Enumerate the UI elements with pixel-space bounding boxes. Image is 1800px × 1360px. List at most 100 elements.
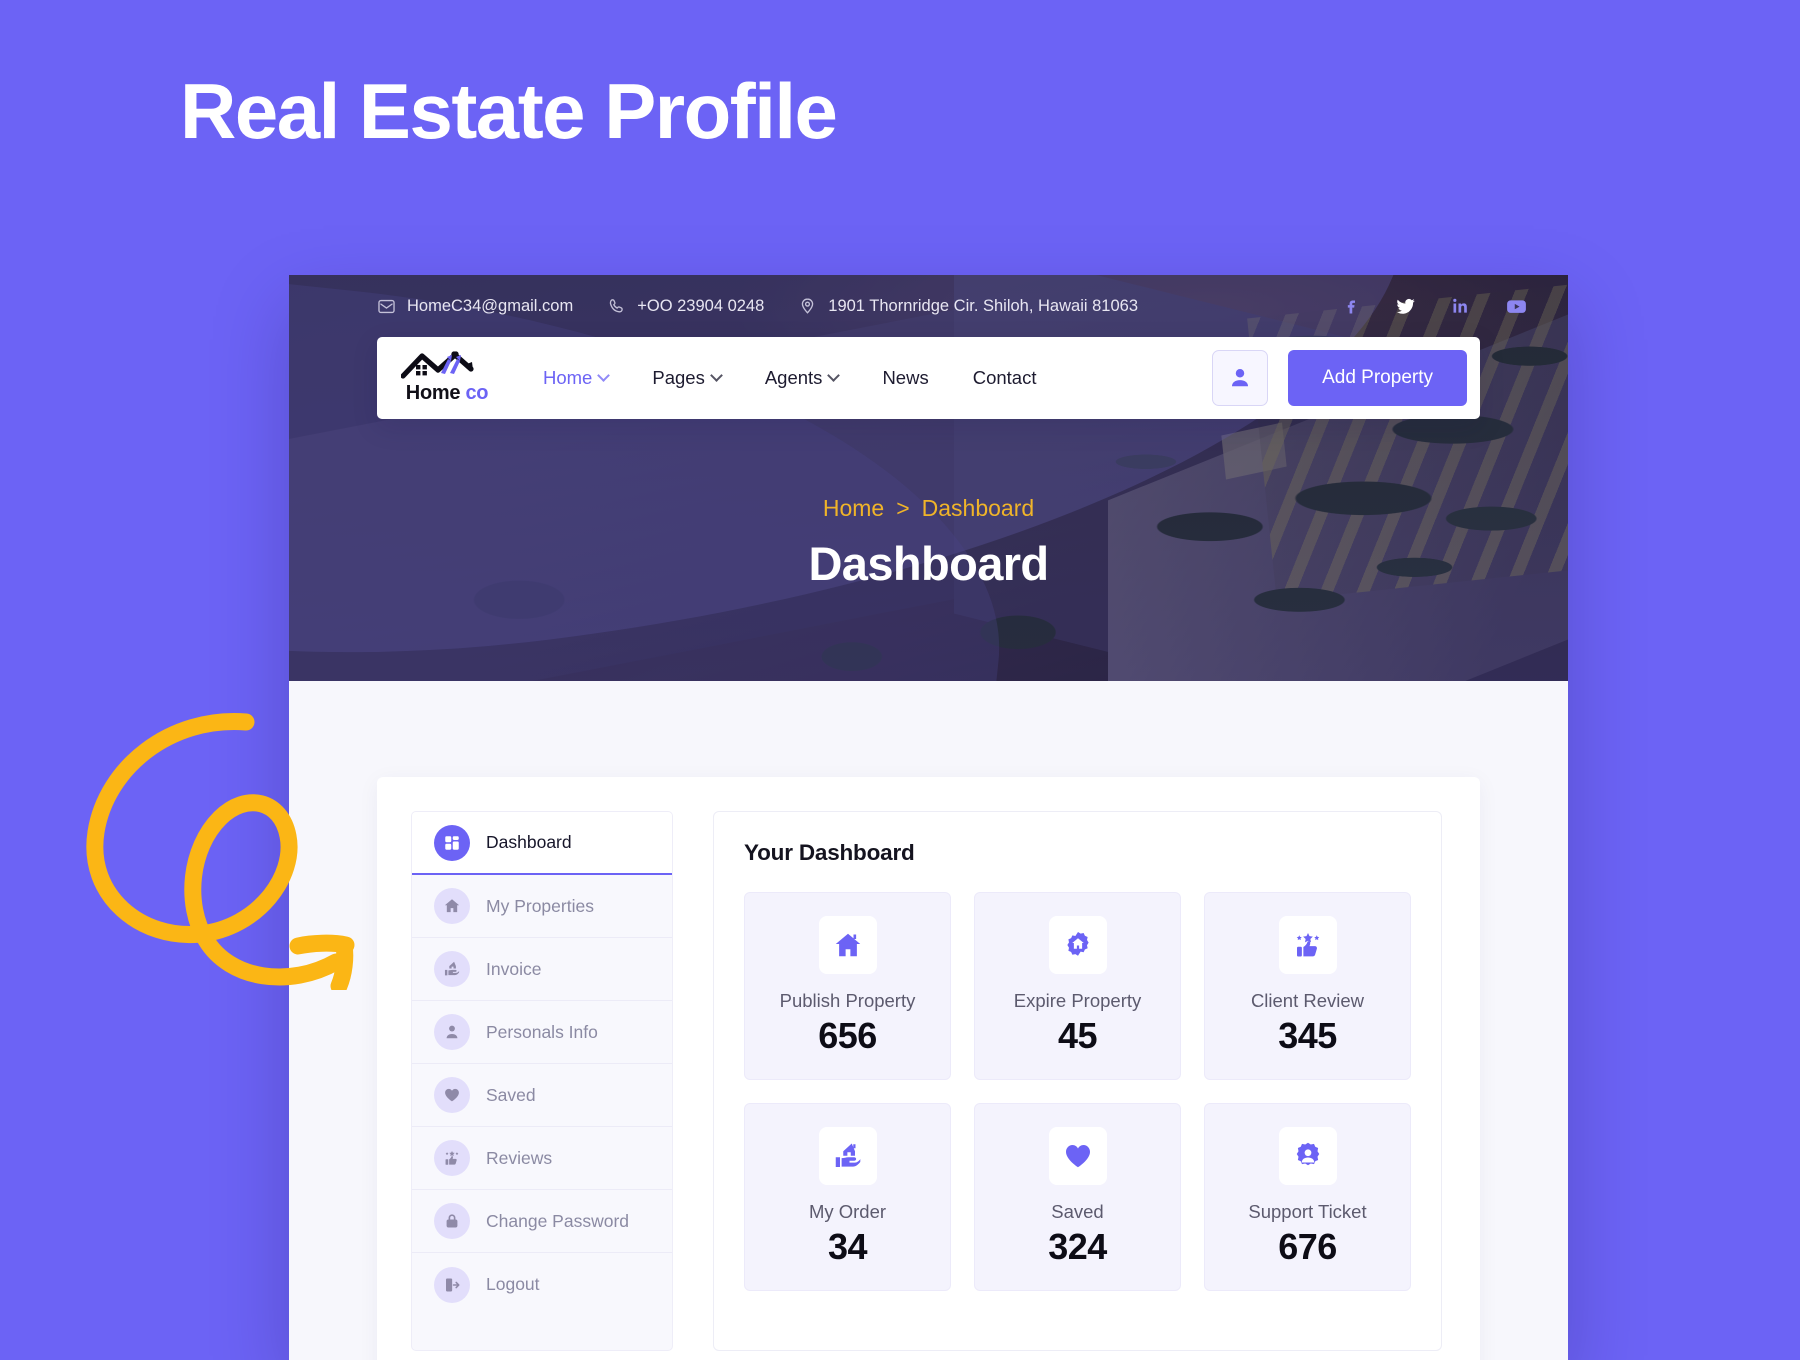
stat-card-label: Client Review	[1250, 989, 1365, 1011]
twitter-icon[interactable]	[1395, 295, 1417, 317]
contact-address-text: 1901 Thornridge Cir. Shiloh, Hawaii 8106…	[828, 296, 1139, 315]
stat-card-client-review[interactable]: Client Review 345	[1204, 892, 1411, 1080]
stat-card-label: Support Ticket	[1248, 1200, 1367, 1222]
logo-accent: co	[465, 382, 489, 404]
phone-icon	[609, 298, 624, 313]
stat-card-label: Saved	[1051, 1200, 1104, 1222]
sidebar-item-logout[interactable]: Logout	[412, 1253, 672, 1316]
nav-item-agents-label: Agents	[764, 367, 823, 388]
home-icon	[818, 915, 877, 974]
stat-card-saved[interactable]: Saved 324	[974, 1103, 1181, 1291]
nav-item-news-label: News	[882, 367, 929, 388]
sidebar-item-reviews[interactable]: Reviews	[412, 1127, 672, 1190]
breadcrumb-current: Dashboard	[921, 495, 1035, 521]
linkedin-icon[interactable]	[1451, 296, 1471, 316]
dashboard-body: Dashboard My Properties Invoice Personal…	[289, 681, 1568, 1360]
breadcrumb: Home > Dashboard	[289, 495, 1568, 522]
user-icon	[434, 1014, 470, 1050]
nav-item-news[interactable]: News	[882, 367, 928, 389]
home-icon	[434, 888, 470, 924]
stat-card-expire-property[interactable]: Expire Property 45	[974, 892, 1181, 1080]
stat-card-value: 656	[818, 1014, 877, 1056]
nav-item-home[interactable]: Home	[543, 367, 611, 389]
chevron-down-icon	[827, 368, 841, 382]
sidebar-item-change-password-label: Change Password	[486, 1210, 629, 1231]
social-links	[1341, 295, 1528, 318]
thumbsup-icon	[434, 1140, 470, 1176]
hero-banner: HomeC34@gmail.com +OO 23904 0248 1901 Th…	[289, 275, 1568, 681]
breadcrumb-separator: >	[896, 495, 910, 521]
dashboard-panel: Dashboard My Properties Invoice Personal…	[377, 777, 1480, 1360]
grid-icon	[434, 824, 470, 861]
contact-email-text: HomeC34@gmail.com	[407, 296, 574, 315]
dashboard-cards-area: Your Dashboard Publish Property 656 Expi…	[713, 811, 1442, 1351]
nav-item-contact-label: Contact	[972, 367, 1037, 388]
home-co-logo-icon	[401, 351, 474, 379]
contact-phone[interactable]: +OO 23904 0248	[607, 297, 764, 316]
thumbsup-star-icon	[1278, 915, 1337, 974]
contact-email[interactable]: HomeC34@gmail.com	[377, 297, 573, 316]
logout-icon	[434, 1266, 470, 1303]
location-pin-icon	[802, 297, 814, 314]
heart-icon	[434, 1077, 470, 1113]
support-agent-icon	[1278, 1126, 1337, 1185]
breadcrumb-home-link[interactable]: Home	[823, 495, 884, 522]
stat-card-value: 676	[1278, 1225, 1337, 1267]
stat-card-value: 34	[827, 1225, 868, 1267]
sidebar-item-saved-label: Saved	[486, 1084, 536, 1105]
sidebar-item-invoice[interactable]: Invoice	[412, 938, 672, 1001]
nav-item-pages-label: Pages	[652, 367, 705, 388]
facebook-icon[interactable]	[1341, 296, 1361, 316]
nav-links: Home Pages Agents News Contact	[543, 367, 1036, 389]
stat-card-label: Publish Property	[779, 989, 916, 1011]
stat-card-publish-property[interactable]: Publish Property 656	[744, 892, 951, 1080]
sidebar-item-my-properties-label: My Properties	[486, 895, 594, 916]
sidebar-item-reviews-label: Reviews	[486, 1147, 553, 1168]
cards-title: Your Dashboard	[744, 840, 915, 865]
contact-phone-text: +OO 23904 0248	[637, 296, 765, 315]
handover-icon	[818, 1126, 877, 1185]
gear-home-icon	[1048, 915, 1107, 974]
stat-card-label: Expire Property	[1013, 989, 1142, 1011]
nav-item-pages[interactable]: Pages	[652, 367, 723, 389]
sidebar-item-invoice-label: Invoice	[486, 958, 542, 979]
handover-icon	[434, 951, 470, 987]
stat-card-my-order[interactable]: My Order 34	[744, 1103, 951, 1291]
logo-wordmark: Home co	[405, 382, 489, 405]
nav-item-contact[interactable]: Contact	[973, 367, 1037, 389]
top-contact-bar: HomeC34@gmail.com +OO 23904 0248 1901 Th…	[289, 275, 1568, 337]
sidebar-item-personals-info-label: Personals Info	[486, 1021, 598, 1042]
heart-icon	[1048, 1126, 1107, 1185]
nav-item-agents[interactable]: Agents	[764, 367, 841, 389]
stat-card-value: 324	[1048, 1225, 1107, 1267]
main-navbar: Home co Home Pages Agents News Contact A…	[377, 337, 1480, 419]
account-button[interactable]	[1212, 350, 1269, 406]
stat-cards-grid: Publish Property 656 Expire Property 45	[744, 892, 1411, 1291]
stat-card-value: 45	[1057, 1014, 1098, 1056]
logo-word: Home	[405, 382, 461, 404]
sidebar-item-personals-info[interactable]: Personals Info	[412, 1001, 672, 1064]
contact-address[interactable]: 1901 Thornridge Cir. Shiloh, Hawaii 8106…	[798, 297, 1138, 316]
hero-content: Home > Dashboard Dashboard	[289, 495, 1568, 591]
site-logo[interactable]: Home co	[399, 351, 495, 405]
mail-icon	[378, 299, 395, 313]
dashboard-sidebar: Dashboard My Properties Invoice Personal…	[411, 811, 673, 1351]
page-title: Real Estate Profile	[180, 67, 838, 155]
sidebar-item-dashboard-label: Dashboard	[486, 832, 572, 852]
sidebar-item-logout-label: Logout	[486, 1274, 540, 1294]
stat-card-label: My Order	[808, 1200, 887, 1222]
add-property-button[interactable]: Add Property	[1288, 350, 1467, 406]
lock-icon	[434, 1203, 470, 1239]
youtube-icon[interactable]	[1505, 295, 1528, 318]
navbar-actions: Add Property	[1212, 350, 1467, 406]
sidebar-item-dashboard[interactable]: Dashboard	[412, 812, 672, 875]
nav-item-home-label: Home	[543, 367, 593, 388]
stat-card-value: 345	[1278, 1014, 1337, 1056]
sidebar-item-saved[interactable]: Saved	[412, 1064, 672, 1127]
hero-title: Dashboard	[808, 537, 1049, 590]
user-icon	[1232, 369, 1249, 387]
sidebar-item-my-properties[interactable]: My Properties	[412, 875, 672, 938]
website-mockup: HomeC34@gmail.com +OO 23904 0248 1901 Th…	[289, 275, 1568, 1360]
stat-card-support-ticket[interactable]: Support Ticket 676	[1204, 1103, 1411, 1291]
sidebar-item-change-password[interactable]: Change Password	[412, 1190, 672, 1253]
